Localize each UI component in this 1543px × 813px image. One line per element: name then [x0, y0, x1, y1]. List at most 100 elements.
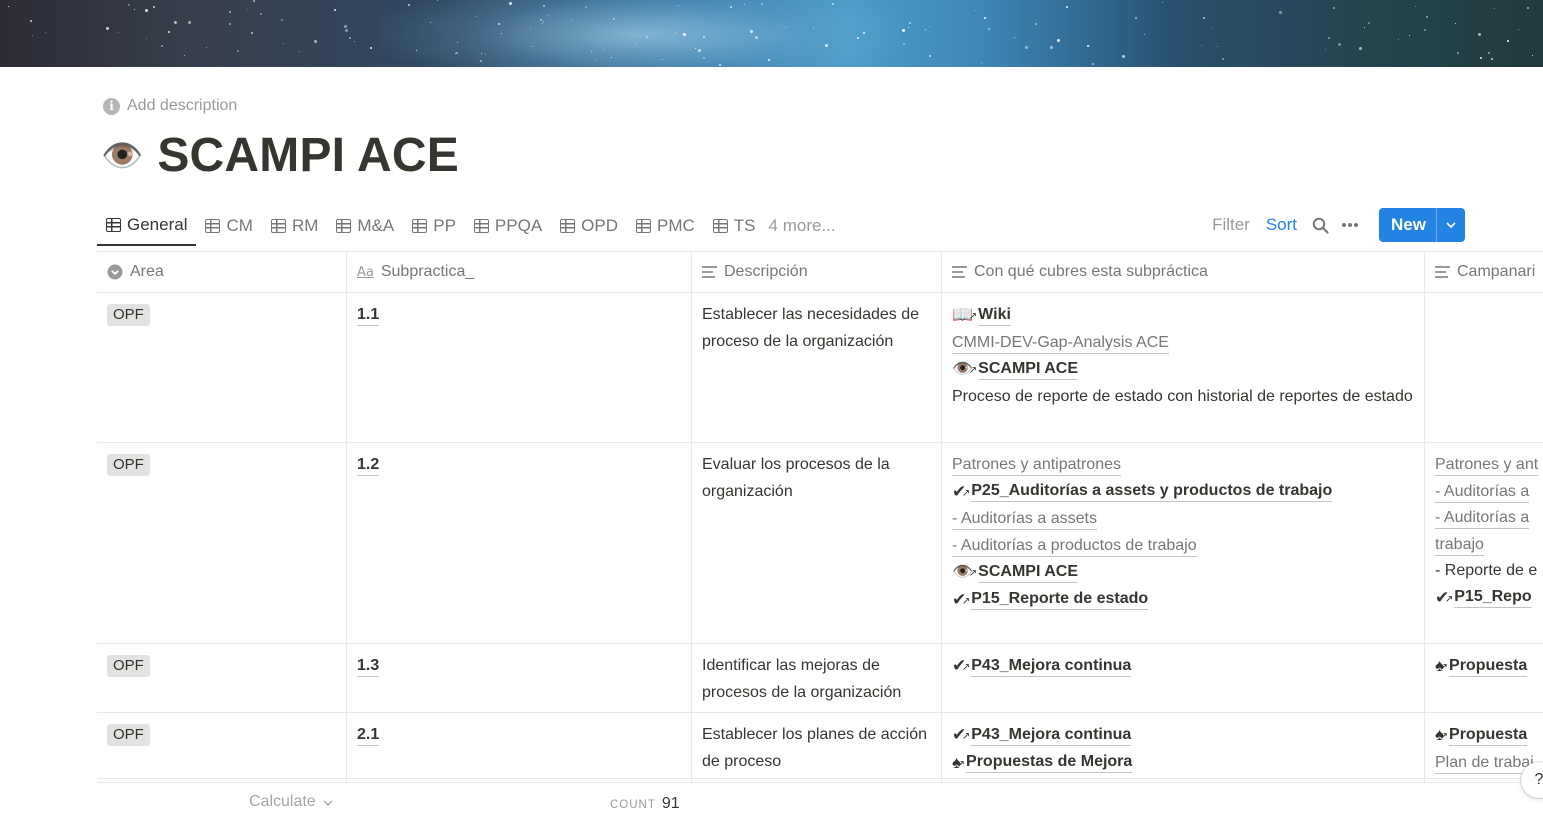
inline-link[interactable]: Patrones y antipatrones — [952, 455, 1121, 476]
descripcion-cell[interactable]: Identificar las mejoras de procesos de l… — [692, 644, 942, 712]
cover-star — [603, 49, 604, 50]
cover-star — [1066, 6, 1068, 8]
inline-link[interactable]: Plan de trabaj — [1435, 753, 1534, 774]
page-mention[interactable]: 👁️ ↗ SCAMPI ACE — [952, 559, 1079, 586]
page-mention-title[interactable]: Propuestas de Mejora — [966, 752, 1133, 774]
table-row[interactable]: OPF 1.2 Evaluar los procesos de la organiz… — [97, 443, 1543, 644]
page-mention-title[interactable]: Wiki — [978, 305, 1011, 326]
add-description-label: Add description — [127, 97, 238, 114]
subpractica-cell[interactable]: 2.1 — [347, 713, 692, 782]
subpractica-title[interactable]: 1.1 — [357, 305, 380, 326]
page-mention-title[interactable]: Propuesta — [1449, 656, 1528, 677]
subpractica-title[interactable]: 1.2 — [357, 455, 380, 476]
inline-link[interactable]: Patrones y ant — [1435, 455, 1539, 476]
tab-label: TS — [733, 215, 756, 235]
page-mention-title[interactable]: P15_Repo — [1454, 587, 1532, 609]
table-row[interactable]: OPF 1.3 Identificar las mejoras de proceso… — [97, 644, 1543, 713]
table-row[interactable]: OPF 2.1 Establecer los planes de acción de… — [97, 713, 1543, 783]
table-row[interactable]: OPF 1.1 Establecer las necesidades de proc… — [97, 293, 1543, 443]
page-mention-title[interactable]: P15_Reporte de estado — [971, 589, 1149, 611]
tab-rm[interactable]: RM — [262, 205, 327, 246]
page-mention[interactable]: ♠ ↗ Propuesta — [1435, 722, 1528, 749]
subpractica-title[interactable]: 1.3 — [357, 656, 380, 677]
new-button-label[interactable]: New — [1379, 208, 1436, 242]
cubres-cell[interactable]: Patrones y antipatrones ✔ ↗ P25_Auditorías … — [942, 443, 1425, 643]
page-mention[interactable]: ✔ ↗ P43_Mejora continua — [952, 653, 1132, 680]
column-header-descripcion[interactable]: Descripción — [692, 252, 942, 292]
count-summary[interactable]: COUNT 91 — [610, 795, 680, 813]
area-cell[interactable]: OPF — [97, 644, 347, 712]
text-property-icon — [702, 266, 717, 278]
page-mention[interactable]: 👁️ ↗ SCAMPI ACE — [952, 356, 1079, 383]
area-cell[interactable]: OPF — [97, 713, 347, 782]
subpractica-cell[interactable]: 1.1 — [347, 293, 692, 442]
inline-link[interactable]: - Auditorías a productos de trabajo — [952, 536, 1197, 557]
page-mention[interactable]: 📖 ↗ Wiki — [952, 302, 1011, 329]
search-icon[interactable] — [1305, 217, 1335, 234]
cover-star — [683, 33, 686, 36]
tab-pp[interactable]: PP — [403, 205, 465, 246]
column-header-campanario[interactable]: Campanari — [1425, 252, 1543, 292]
tab-pmc[interactable]: PMC — [627, 205, 704, 246]
cell-line: ✔ ↗ P43_Mejora continua — [952, 722, 1414, 750]
cubres-cell[interactable]: 📖 ↗ Wiki CMMI-DEV-Gap-Analysis ACE 👁️ ↗ SCAMPI… — [942, 293, 1425, 442]
subpractica-cell[interactable]: 1.3 — [347, 644, 692, 712]
tab-general[interactable]: General — [97, 205, 197, 246]
page-mention[interactable]: ♠ ↗ Propuesta — [1435, 653, 1528, 680]
table-icon — [412, 218, 428, 233]
page-mention[interactable]: ✔ ↗ P15_Repo — [1435, 585, 1532, 612]
inline-link[interactable]: - Auditorías a — [1435, 482, 1530, 503]
inline-link[interactable]: - Auditorías a — [1435, 508, 1530, 529]
page-mention-title[interactable]: Propuesta — [1449, 725, 1528, 746]
subpractica-title[interactable]: 2.1 — [357, 725, 380, 746]
cover-star — [480, 60, 482, 62]
add-description-button[interactable]: i Add description — [103, 95, 237, 117]
inline-link[interactable]: - Auditorías a assets — [952, 509, 1097, 530]
descripcion-cell[interactable]: Establecer los planes de acción de proce… — [692, 713, 942, 782]
page-mention-title[interactable]: P25_Auditorías a assets y productos de t… — [971, 481, 1333, 503]
filter-button[interactable]: Filter — [1204, 215, 1258, 235]
cubres-cell[interactable]: ✔ ↗ P43_Mejora continua — [942, 644, 1425, 712]
sort-button[interactable]: Sort — [1258, 215, 1305, 235]
more-options-icon[interactable] — [1335, 222, 1365, 228]
tab-cm[interactable]: CM — [196, 205, 261, 246]
tab-ma[interactable]: M&A — [327, 205, 403, 246]
tab-opd[interactable]: OPD — [551, 205, 627, 246]
page-mention[interactable]: ✔ ↗ P43_Mejora continua — [952, 722, 1132, 749]
page-mention-title[interactable]: SCAMPI ACE — [978, 359, 1079, 380]
chevron-down-icon[interactable] — [1436, 208, 1465, 242]
page-mention[interactable]: ♠ ↗ Propuestas de Mejora — [952, 750, 1133, 777]
cover-star — [118, 32, 119, 33]
cover-star — [678, 5, 679, 6]
page-mention[interactable]: ✔ ↗ P15_Reporte de estado — [952, 587, 1149, 614]
campanario-cell[interactable] — [1425, 293, 1543, 442]
area-cell[interactable]: OPF — [97, 443, 347, 643]
page-title[interactable]: 👁️ SCAMPI ACE — [101, 128, 459, 183]
more-views-button[interactable]: 4 more... — [765, 205, 840, 246]
tab-ts[interactable]: TS — [704, 205, 765, 246]
descripcion-cell[interactable]: Evaluar los procesos de la organización — [692, 443, 942, 643]
campanario-cell[interactable]: Patrones y ant - Auditorías a - Auditorías… — [1425, 443, 1543, 643]
column-header-subpractica[interactable]: Aa Subpractica_ — [347, 252, 692, 292]
cubres-cell[interactable]: ✔ ↗ P43_Mejora continua ♠ ↗ Propuestas de Mej… — [942, 713, 1425, 782]
page-mention-icon: ✔ ↗ — [1435, 585, 1453, 612]
campanario-cell[interactable]: ♠ ↗ Propuesta — [1425, 644, 1543, 712]
eye-icon[interactable]: 👁️ — [101, 139, 143, 173]
subpractica-cell[interactable]: 1.2 — [347, 443, 692, 643]
page-mention-title[interactable]: P43_Mejora continua — [971, 656, 1132, 677]
page-mention-title[interactable]: SCAMPI ACE — [978, 562, 1079, 583]
cover-star — [1491, 58, 1493, 60]
page-mention[interactable]: ✔ ↗ P25_Auditorías a assets y productos de… — [952, 479, 1333, 506]
column-header-area[interactable]: Area — [97, 252, 347, 292]
calculate-button[interactable]: Calculate — [249, 793, 333, 811]
descripcion-cell[interactable]: Establecer las necesidades de proceso de… — [692, 293, 942, 442]
column-header-cubres[interactable]: Con qué cubres esta subpráctica — [942, 252, 1425, 292]
page-mention-title[interactable]: P43_Mejora continua — [971, 725, 1132, 746]
inline-link[interactable]: CMMI-DEV-Gap-Analysis ACE — [952, 333, 1169, 354]
tab-ppqa[interactable]: PPQA — [465, 205, 551, 246]
area-cell[interactable]: OPF — [97, 293, 347, 442]
new-button[interactable]: New — [1379, 208, 1465, 242]
inline-link[interactable]: trabajo — [1435, 535, 1484, 556]
page-mention-icon: ✔ ↗ — [952, 722, 970, 749]
page-title-text[interactable]: SCAMPI ACE — [157, 128, 459, 183]
